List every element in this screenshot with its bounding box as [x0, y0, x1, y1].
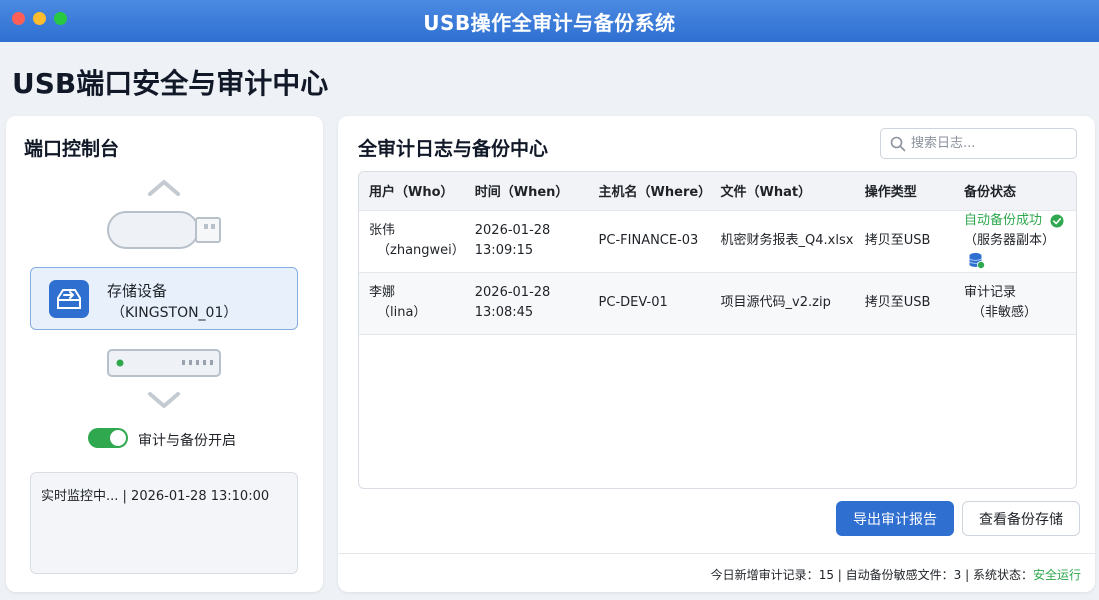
cell-time: 2026-01-28 13:08:45	[474, 285, 551, 320]
cell-host: PC-FINANCE-03	[598, 233, 699, 248]
window-title: USB操作全审计与备份系统	[423, 10, 676, 35]
table-row[interactable]: 李娜 （lina） 2026-01-28 13:08:45 PC-DEV-01 …	[359, 272, 1076, 334]
table-header-row: 用户（Who） 时间（When） 主机名（Where） 文件（What） 操作类…	[359, 172, 1076, 210]
cell-file: 项目源代码_v2.zip	[720, 295, 831, 310]
new-records-count: 15	[818, 568, 834, 582]
system-status-value: 安全运行	[1032, 568, 1081, 582]
storage-device-icon	[49, 280, 89, 318]
cell-operation: 拷贝至USB	[864, 233, 931, 248]
column-header-file[interactable]: 文件（What）	[711, 172, 855, 210]
backup-status-subtext: （非敏感）	[972, 305, 1038, 320]
usb-drive-icon	[107, 211, 221, 249]
table-row[interactable]: 张伟 （zhangwei） 2026-01-28 13:09:15 PC-FIN…	[359, 210, 1076, 272]
device-name: 存储设备	[107, 282, 168, 300]
cell-time: 2026-01-28 13:09:15	[474, 223, 551, 258]
maximize-window-button[interactable]	[54, 12, 67, 25]
status-footer: 今日新增审计记录：15 | 自动备份敏感文件：3 | 系统状态：安全运行	[710, 568, 1081, 582]
minimize-window-button[interactable]	[33, 12, 46, 25]
chevron-down-icon[interactable]	[146, 390, 182, 410]
column-header-operation[interactable]: 操作类型	[855, 172, 954, 210]
cell-backup-status: 自动备份成功 （服务器副本）	[954, 210, 1076, 272]
view-backup-storage-button[interactable]: 查看备份存储	[962, 501, 1080, 536]
footer-divider	[338, 553, 1095, 554]
port-console-panel: 端口控制台 存储设备 （KINGSTON_01） 审计与备份开启 实时监控中..…	[6, 116, 323, 592]
chevron-up-icon[interactable]	[146, 178, 182, 198]
app-window: USB操作全审计与备份系统 USB端口安全与审计中心 端口控制台 存储设备 （K…	[0, 0, 1099, 600]
column-header-user[interactable]: 用户（Who）	[359, 172, 465, 210]
column-header-time[interactable]: 时间（When）	[465, 172, 589, 210]
audit-backup-toggle[interactable]	[88, 428, 128, 448]
column-header-backup-status[interactable]: 备份状态	[954, 172, 1076, 210]
port-console-title: 端口控制台	[24, 138, 120, 160]
audit-log-title: 全审计日志与备份中心	[358, 138, 549, 160]
backup-status-text: 审计记录	[964, 285, 1017, 300]
check-circle-icon	[1050, 214, 1064, 227]
device-id: （KINGSTON_01）	[111, 305, 238, 321]
title-bar: USB操作全审计与备份系统	[0, 0, 1099, 42]
database-icon[interactable]	[968, 252, 986, 269]
storage-device-item[interactable]: 存储设备 （KINGSTON_01）	[30, 267, 298, 330]
audit-log-panel: 全审计日志与备份中心 用户（Who） 时间（When） 主机名（Where） 文…	[338, 116, 1095, 592]
search-input[interactable]	[880, 128, 1077, 159]
backup-status-text: 自动备份成功	[964, 213, 1043, 228]
usb-port-icon	[107, 349, 221, 377]
backup-status-subtext: （服务器副本）	[964, 233, 1056, 248]
cell-backup-status: 审计记录 （非敏感）	[954, 272, 1076, 334]
monitor-status-box: 实时监控中... | 2026-01-28 13:10:00	[30, 472, 298, 574]
cell-file: 机密财务报表_Q4.xlsx	[720, 233, 854, 248]
close-window-button[interactable]	[12, 12, 25, 25]
audit-backup-toggle-label: 审计与备份开启	[138, 433, 236, 449]
page-title: USB端口安全与审计中心	[12, 67, 329, 100]
cell-operation: 拷贝至USB	[864, 295, 931, 310]
monitor-status-text: 实时监控中... | 2026-01-28 13:10:00	[41, 489, 270, 504]
export-audit-report-button[interactable]: 导出审计报告	[836, 501, 954, 536]
search-icon	[890, 136, 906, 152]
audit-log-table: 用户（Who） 时间（When） 主机名（Where） 文件（What） 操作类…	[358, 171, 1077, 489]
cell-host: PC-DEV-01	[598, 295, 668, 310]
cell-user: 张伟 （zhangwei）	[369, 223, 465, 258]
column-header-host[interactable]: 主机名（Where）	[589, 172, 712, 210]
window-controls	[12, 12, 67, 25]
cell-user: 李娜 （lina）	[369, 285, 427, 320]
